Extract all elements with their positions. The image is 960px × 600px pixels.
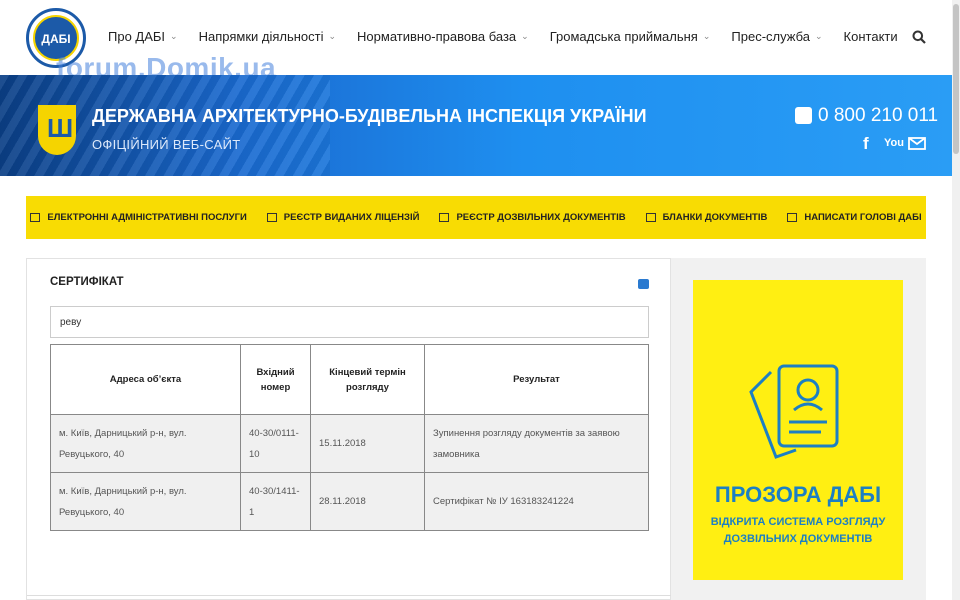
logo-text: ДАБІ	[41, 32, 71, 46]
column-header-address: Адреса об’єкта	[50, 344, 241, 415]
table-header-row: Адреса об’єкта Вхідний номер Кінцевий те…	[50, 344, 649, 415]
list-icon	[266, 213, 277, 222]
column-header-result: Результат	[424, 344, 649, 415]
ad-subtitle: ВІДКРИТА СИСТЕМА РОЗГЛЯДУ ДОЗВІЛЬНИХ ДОК…	[693, 514, 903, 548]
services-bar: ЕЛЕКТРОННІ АДМІНІСТРАТИВНІ ПОСЛУГИ РЕЄСТ…	[26, 196, 926, 239]
cell-incoming-number: 40-30/1411-1	[240, 472, 311, 531]
menu-label: Напрямки діяльності	[198, 29, 324, 44]
results-table: Адреса об’єкта Вхідний номер Кінцевий те…	[50, 344, 649, 531]
service-label: НАПИСАТИ ГОЛОВІ ДАБІ	[804, 212, 922, 223]
scrollbar-thumb[interactable]	[953, 4, 959, 154]
site-subtitle: ОФІЦІЙНИЙ ВЕБ-САЙТ	[92, 137, 241, 152]
documents-icon	[645, 213, 656, 222]
table-row: м. Київ, Дарницький р-н, вул. Ревуцького…	[50, 414, 649, 473]
menu-item-contacts[interactable]: Контакти	[844, 29, 898, 44]
chevron-down-icon: ⌄	[328, 31, 337, 41]
menu-label: Прес-служба	[731, 29, 810, 44]
menu-label: Про ДАБІ	[108, 29, 166, 44]
site-title: ДЕРЖАВНА АРХІТЕКТУРНО-БУДІВЕЛЬНА ІНСПЕКЦ…	[92, 106, 647, 126]
youtube-icon[interactable]: You	[884, 137, 904, 149]
menu-label: Громадська приймальня	[549, 29, 698, 44]
service-label: РЕЄСТР ВИДАНИХ ЛІЦЕНЗІЙ	[283, 212, 420, 223]
ad-title: ПРОЗОРА ДАБІ	[714, 482, 882, 507]
top-navigation: ДАБІ Про ДАБІ ⌄ Напрямки діяльності ⌄ Норм…	[0, 0, 952, 83]
phone-icon	[795, 107, 812, 124]
menu-item-legal-base[interactable]: Нормативно-правова база ⌄	[357, 29, 529, 44]
search-input[interactable]	[50, 306, 649, 338]
card-icon	[439, 213, 450, 222]
table-row: м. Київ, Дарницький р-н, вул. Ревуцького…	[50, 472, 649, 531]
cell-deadline: 28.11.2018	[310, 472, 425, 531]
cell-result: Зупинення розгляду документів за заявою …	[424, 414, 649, 473]
chevron-down-icon: ⌄	[702, 31, 711, 41]
service-label: ЕЛЕКТРОННІ АДМІНІСТРАТИВНІ ПОСЛУГИ	[47, 212, 247, 223]
chevron-down-icon: ⌄	[170, 31, 178, 41]
site-banner: Ш ДЕРЖАВНА АРХІТЕКТУРНО-БУДІВЕЛЬНА ІНСПЕ…	[0, 75, 952, 176]
envelope-icon	[787, 213, 798, 222]
document-profile-icon	[749, 364, 839, 459]
panel-divider	[27, 595, 672, 596]
service-link-forms[interactable]: БЛАНКИ ДОКУМЕНТІВ	[645, 212, 768, 223]
certificate-panel: СЕРТИФІКАТ Адреса об’єкта Вхідний номер …	[26, 258, 672, 600]
service-link-write-head[interactable]: НАПИСАТИ ГОЛОВІ ДАБІ	[787, 212, 922, 223]
facebook-icon[interactable]: f	[863, 134, 869, 154]
service-link-e-services[interactable]: ЕЛЕКТРОННІ АДМІНІСТРАТИВНІ ПОСЛУГИ	[30, 212, 247, 223]
cell-result: Сертифікат № ІУ 163183241224	[424, 472, 649, 531]
chevron-down-icon: ⌄	[815, 31, 823, 41]
scrollbar[interactable]	[952, 0, 960, 600]
menu-item-reception[interactable]: Громадська приймальня ⌄	[550, 29, 711, 44]
sidebar: ПРОЗОРА ДАБІ ВІДКРИТА СИСТЕМА РОЗГЛЯДУ Д…	[671, 258, 926, 600]
cell-address: м. Київ, Дарницький р-н, вул. Ревуцького…	[50, 414, 241, 473]
cell-deadline: 15.11.2018	[310, 414, 425, 473]
menu-label: Нормативно-правова база	[357, 29, 517, 44]
main-menu: Про ДАБІ ⌄ Напрямки діяльності ⌄ Нормативн…	[108, 29, 919, 44]
mail-icon[interactable]	[908, 137, 926, 150]
cell-address: м. Київ, Дарницький р-н, вул. Ревуцького…	[50, 472, 241, 531]
service-label: РЕЄСТР ДОЗВІЛЬНИХ ДОКУМЕНТІВ	[456, 212, 626, 223]
menu-item-activities[interactable]: Напрямки діяльності ⌄	[199, 29, 336, 44]
service-label: БЛАНКИ ДОКУМЕНТІВ	[662, 212, 768, 223]
cell-incoming-number: 40-30/0111-10	[240, 414, 311, 473]
monitor-icon	[30, 213, 41, 222]
chevron-down-icon: ⌄	[521, 31, 529, 41]
search-icon[interactable]	[912, 30, 926, 44]
menu-label: Контакти	[843, 29, 898, 44]
column-header-deadline: Кінцевий термін розгляду	[310, 344, 425, 415]
hotline-phone[interactable]: 0 800 210 011	[818, 105, 938, 127]
menu-item-press[interactable]: Прес-служба ⌄	[731, 29, 822, 44]
print-icon[interactable]	[638, 279, 649, 289]
service-link-licenses[interactable]: РЕЄСТР ВИДАНИХ ЛІЦЕНЗІЙ	[266, 212, 420, 223]
trident-crest-icon: Ш	[38, 105, 76, 155]
service-link-permits[interactable]: РЕЄСТР ДОЗВІЛЬНИХ ДОКУМЕНТІВ	[439, 212, 626, 223]
ad-subtitle-line: ДОЗВІЛЬНИХ ДОКУМЕНТІВ	[723, 533, 873, 545]
menu-item-about[interactable]: Про ДАБІ ⌄	[108, 29, 178, 44]
ad-subtitle-line: ВІДКРИТА СИСТЕМА РОЗГЛЯДУ	[710, 516, 886, 528]
prozora-dabi-banner[interactable]: ПРОЗОРА ДАБІ ВІДКРИТА СИСТЕМА РОЗГЛЯДУ Д…	[693, 280, 903, 580]
column-header-incoming-number: Вхідний номер	[240, 344, 311, 415]
page-title: СЕРТИФІКАТ	[50, 276, 124, 288]
